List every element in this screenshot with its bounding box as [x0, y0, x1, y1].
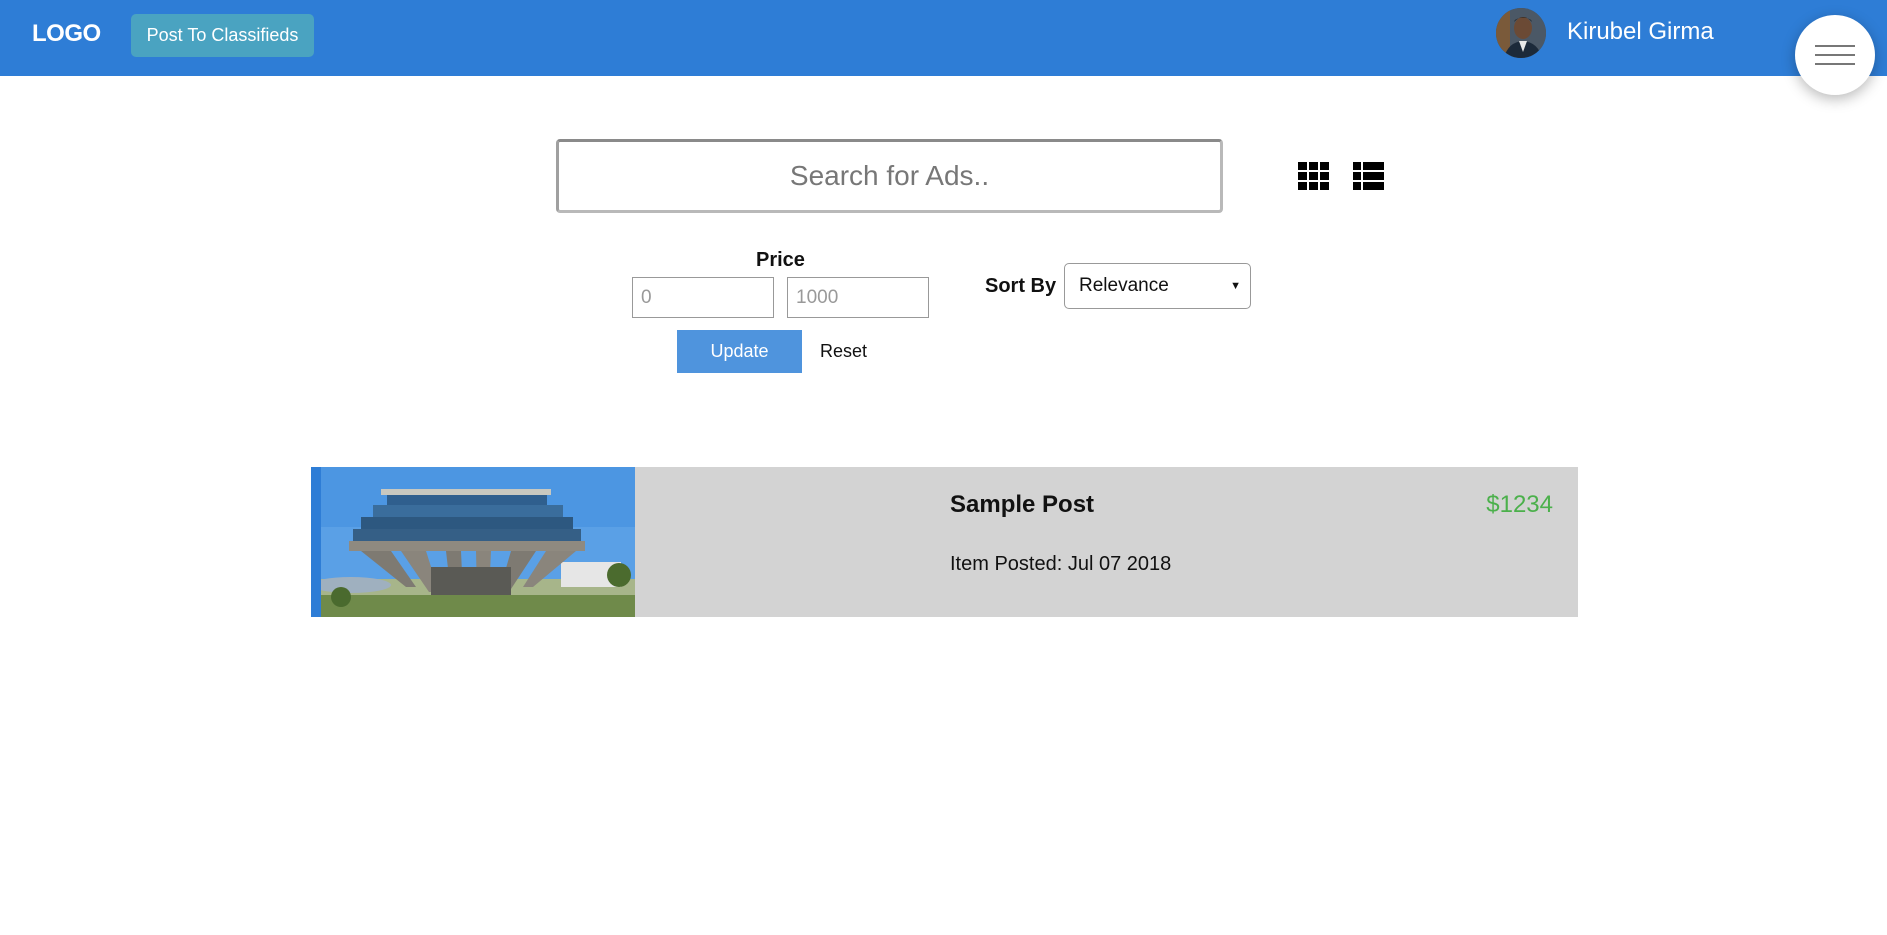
min-price-field — [632, 277, 774, 318]
search-input[interactable] — [559, 142, 1220, 210]
chevron-down-icon: ▼ — [1230, 280, 1241, 292]
listing-price: $1234 — [1486, 491, 1553, 518]
listing-item[interactable]: Sample Post Item Posted: Jul 07 2018 $12… — [311, 467, 1578, 617]
top-navigation-bar: LOGO Post To Classifieds Kirubel Girma — [0, 0, 1887, 76]
update-button[interactable]: Update — [677, 330, 802, 373]
user-name[interactable]: Kirubel Girma — [1567, 18, 1714, 46]
listing-accent-bar — [311, 467, 321, 617]
list-view-button[interactable] — [1353, 162, 1384, 195]
listing-title[interactable]: Sample Post — [950, 491, 1094, 519]
price-label: Price — [756, 249, 805, 271]
reset-button[interactable]: Reset — [820, 341, 867, 362]
listing-thumbnail[interactable] — [321, 467, 635, 617]
logo[interactable]: LOGO — [32, 20, 101, 48]
hamburger-line — [1815, 54, 1855, 56]
sort-by-select[interactable]: Relevance ▼ — [1064, 263, 1251, 309]
list-view-icon — [1353, 162, 1384, 190]
hamburger-line — [1815, 63, 1855, 65]
grid-view-button[interactable] — [1298, 162, 1329, 195]
max-price-field — [787, 277, 929, 318]
avatar[interactable] — [1496, 8, 1546, 58]
search-box — [556, 139, 1223, 213]
min-price-input[interactable] — [633, 278, 773, 317]
avatar-photo-icon — [1496, 8, 1546, 58]
listing-posted-date: Item Posted: Jul 07 2018 — [950, 553, 1172, 575]
sort-by-label: Sort By — [985, 275, 1057, 297]
max-price-input[interactable] — [788, 278, 928, 317]
grid-view-icon — [1298, 162, 1329, 190]
building-photo-icon — [321, 467, 635, 617]
hamburger-menu-button[interactable] — [1795, 15, 1875, 95]
sort-by-selected-value: Relevance — [1079, 275, 1169, 296]
post-to-classifieds-button[interactable]: Post To Classifieds — [131, 14, 314, 57]
hamburger-menu-icon — [1815, 45, 1855, 47]
